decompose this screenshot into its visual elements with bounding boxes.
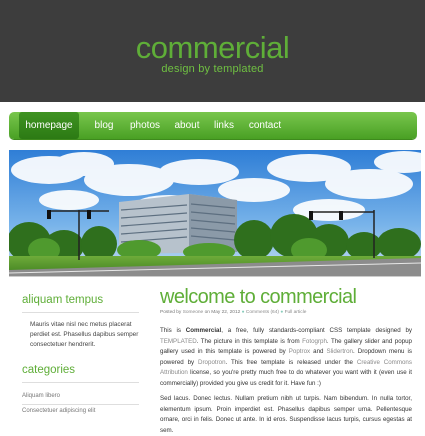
comment-icon: ● — [241, 310, 245, 315]
nav-item-homepage[interactable]: homepage — [19, 112, 79, 139]
sidebar-heading-categories: categories — [22, 364, 76, 376]
site-tagline: design by templated — [161, 63, 264, 75]
text-span: license, so you're pretty much free to d… — [160, 369, 412, 387]
post-meta: Posted by Someone on May 22, 2012 ● Comm… — [160, 310, 306, 315]
sidebar-divider — [22, 312, 139, 313]
sidebar-divider — [22, 404, 139, 405]
meta-date: on May 22, 2012 — [204, 310, 241, 315]
text-span: This is — [160, 327, 181, 334]
site-logo[interactable]: commercial — [0, 32, 425, 64]
nav-item-blog[interactable]: blog — [86, 112, 122, 139]
article-icon: ● — [280, 310, 284, 315]
site-header: commercial design by templated — [0, 0, 425, 102]
nav-item-contact[interactable]: contact — [240, 112, 290, 139]
sidebar-divider — [22, 382, 139, 383]
main-nav: homepage blog photos about links contact — [9, 112, 417, 139]
hero-banner-image — [9, 150, 421, 277]
meta-full-article-link[interactable]: Full article — [285, 310, 307, 315]
post-title[interactable]: welcome to commercial — [160, 286, 357, 309]
meta-comments-link[interactable]: Comments (64) — [246, 310, 279, 315]
category-link[interactable]: Consectetuer adipiscing elit — [22, 408, 95, 414]
intro-paragraph: This is Commercial, a free, fully standa… — [160, 326, 412, 390]
text-span: . This free template is released under t… — [225, 358, 353, 366]
nav-item-links[interactable]: links — [205, 112, 243, 139]
templated-link[interactable]: TEMPLATED — [160, 338, 197, 345]
text-span: . The picture in this template is from — [196, 337, 300, 345]
dropotron-link[interactable]: Dropotron — [198, 359, 226, 366]
poptrox-link[interactable]: Poptrox — [289, 348, 310, 355]
fotogrph-link[interactable]: Fotogrph — [302, 338, 327, 345]
slidertron-link[interactable]: Slidertron — [327, 348, 353, 355]
body-paragraph: Sed lacus. Donec lectus. Nullam pretium … — [160, 395, 412, 434]
meta-author-link[interactable]: Someone — [183, 310, 204, 315]
category-link[interactable]: Aliquam libero — [22, 393, 60, 399]
sidebar-text: Mauris vitae nisl nec metus placerat per… — [30, 321, 139, 348]
text-bold: Commercial — [185, 327, 222, 334]
nav-item-about[interactable]: about — [165, 112, 209, 139]
nav-item-photos[interactable]: photos — [120, 112, 170, 139]
sidebar-heading-aliquam: aliquam tempus — [22, 294, 104, 306]
meta-posted-label: Posted by — [160, 310, 182, 315]
text-span: and — [313, 348, 324, 356]
text-span: , a free, fully standards-compliant CSS … — [221, 327, 412, 334]
